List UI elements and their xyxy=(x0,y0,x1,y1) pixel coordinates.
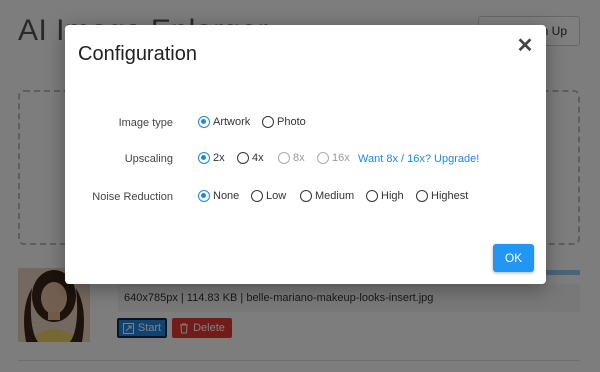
image-type-option-photo[interactable]: Photo xyxy=(262,116,306,128)
option-label: 8x xyxy=(293,152,305,164)
dialog-title: Configuration xyxy=(78,43,197,65)
upscaling-label: Upscaling xyxy=(124,153,173,165)
option-label: 2x xyxy=(213,152,225,164)
radio-icon[interactable] xyxy=(237,152,249,164)
option-label: 16x xyxy=(332,152,350,164)
radio-disabled-icon xyxy=(278,152,290,164)
radio-icon[interactable] xyxy=(416,190,428,202)
upscaling-option-8x: 8x xyxy=(278,152,305,164)
option-label: None xyxy=(213,190,240,202)
noise-option-highest[interactable]: Highest xyxy=(416,190,468,202)
noise-reduction-label: Noise Reduction xyxy=(92,191,173,203)
option-label: Medium xyxy=(315,190,355,202)
image-type-label: Image type xyxy=(118,117,173,129)
ok-button[interactable]: OK xyxy=(493,244,534,272)
noise-option-none[interactable]: None xyxy=(198,190,239,202)
upscaling-option-2x[interactable]: 2x xyxy=(198,152,225,164)
configuration-dialog: Configuration ✕ Image type Artwork Photo… xyxy=(65,25,546,284)
radio-checked-icon[interactable] xyxy=(198,152,210,164)
noise-option-high[interactable]: High xyxy=(366,190,404,202)
noise-option-medium[interactable]: Medium xyxy=(300,190,354,202)
upscaling-option-4x[interactable]: 4x xyxy=(237,152,264,164)
radio-disabled-icon xyxy=(317,152,329,164)
upscaling-option-16x: 16x xyxy=(317,152,350,164)
option-label: Highest xyxy=(431,190,469,202)
option-label: 4x xyxy=(252,152,264,164)
radio-checked-icon[interactable] xyxy=(198,190,210,202)
radio-icon[interactable] xyxy=(262,116,274,128)
radio-icon[interactable] xyxy=(366,190,378,202)
image-type-option-artwork[interactable]: Artwork xyxy=(198,116,250,128)
upgrade-link[interactable]: Want 8x / 16x? Upgrade! xyxy=(358,153,479,165)
close-icon[interactable]: ✕ xyxy=(515,36,535,56)
option-label: Low xyxy=(266,190,287,202)
radio-checked-icon[interactable] xyxy=(198,116,210,128)
radio-icon[interactable] xyxy=(300,190,312,202)
option-label: High xyxy=(381,190,404,202)
noise-option-low[interactable]: Low xyxy=(251,190,286,202)
radio-icon[interactable] xyxy=(251,190,263,202)
option-label: Photo xyxy=(277,116,306,128)
option-label: Artwork xyxy=(213,116,251,128)
